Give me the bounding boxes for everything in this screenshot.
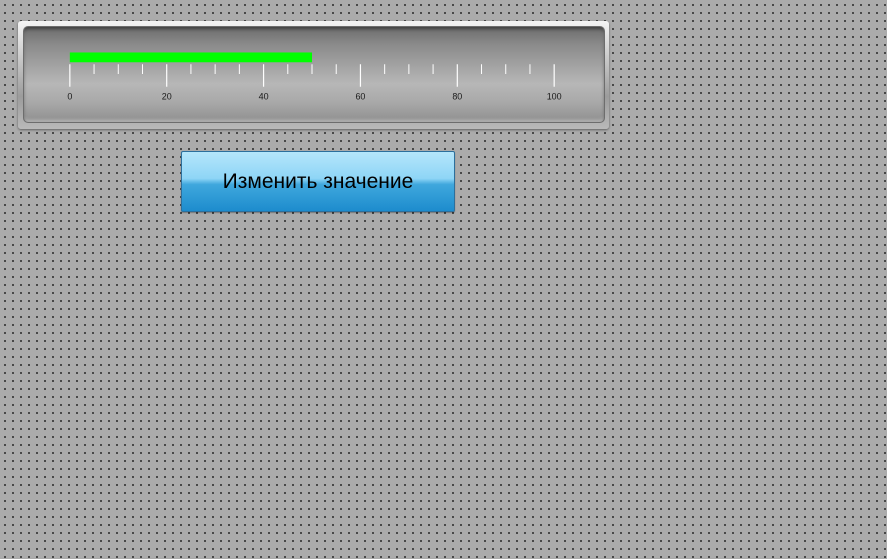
- gauge-tick-label: 20: [162, 92, 172, 102]
- gauge-tick-label: 60: [355, 92, 365, 102]
- change-value-button[interactable]: Изменить значение: [181, 151, 455, 212]
- gauge-tick-label: 80: [452, 92, 462, 102]
- linear-gauge[interactable]: 0 20 40 60 80 100: [18, 21, 609, 129]
- design-surface: 0 20 40 60 80 100 Изменить значение: [0, 0, 887, 559]
- gauge-face: 0 20 40 60 80 100: [23, 26, 605, 123]
- gauge-fill-bar: [69, 52, 313, 63]
- gauge-tick-label: 100: [547, 92, 562, 102]
- gauge-scale: 0 20 40 60 80 100: [67, 52, 562, 102]
- gauge-tick-label: 0: [67, 92, 72, 102]
- gauge-tick-label: 40: [259, 92, 269, 102]
